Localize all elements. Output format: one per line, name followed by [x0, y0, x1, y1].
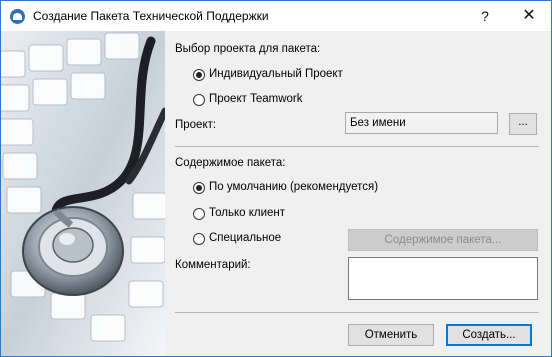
help-button[interactable]: ? — [463, 1, 507, 31]
window-title: Создание Пакета Технической Поддержки — [33, 9, 269, 23]
support-package-dialog: Создание Пакета Технической Поддержки ? … — [0, 0, 552, 357]
radio-custom-content[interactable] — [193, 233, 205, 245]
radio-individual-project-label[interactable]: Индивидуальный Проект — [209, 68, 343, 80]
dialog-content: Выбор проекта для пакета: Индивидуальный… — [165, 31, 551, 356]
footer-divider — [175, 312, 539, 313]
browse-project-button[interactable]: ... — [509, 113, 537, 135]
package-contents-button[interactable]: Содержимое пакета... — [348, 229, 538, 251]
radio-client-only[interactable] — [193, 208, 205, 220]
cancel-button[interactable]: Отменить — [348, 324, 434, 346]
stethoscope-keyboard-image — [1, 31, 165, 356]
comment-label: Комментарий: — [175, 259, 251, 271]
radio-default-content-label[interactable]: По умолчанию (рекомендуется) — [209, 181, 378, 193]
radio-individual-project[interactable] — [193, 69, 205, 81]
radio-teamwork-project-label[interactable]: Проект Teamwork — [209, 93, 302, 105]
close-button[interactable]: ✕ — [507, 1, 551, 31]
title-bar: Создание Пакета Технической Поддержки ? … — [1, 1, 551, 31]
archicad-app-icon — [10, 9, 25, 24]
radio-teamwork-project[interactable] — [193, 94, 205, 106]
radio-client-only-label[interactable]: Только клиент — [209, 207, 285, 219]
radio-default-content[interactable] — [193, 182, 205, 194]
section-divider — [175, 146, 539, 147]
project-name-field: Без имени — [345, 112, 498, 134]
project-label: Проект: — [175, 119, 217, 131]
radio-custom-content-label[interactable]: Специальное — [209, 232, 281, 244]
content-section-heading: Содержимое пакета: — [175, 157, 286, 169]
comment-textarea[interactable] — [348, 257, 538, 300]
project-section-heading: Выбор проекта для пакета: — [175, 43, 321, 55]
create-button[interactable]: Создать... — [446, 324, 532, 346]
